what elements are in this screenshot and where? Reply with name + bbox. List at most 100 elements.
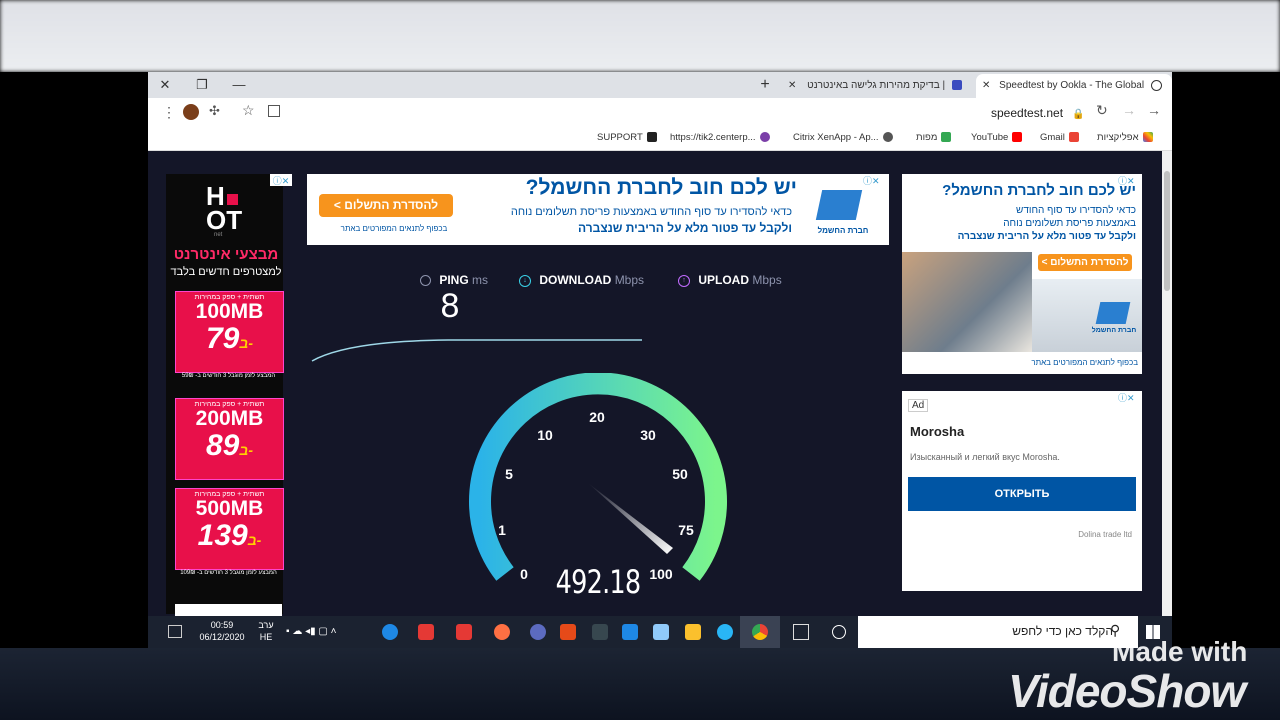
ad-cta-button[interactable]: להסדרת התשלום > [1038,254,1132,271]
profile-avatar[interactable] [183,104,199,120]
url-text[interactable]: speedtest.net [991,106,1063,120]
menu-kebab-icon[interactable]: ⋮ [162,104,176,121]
ping-icon [420,275,431,287]
gauge-needle [588,483,673,554]
ad-choices-icon[interactable]: ⓘ✕ [1118,391,1142,403]
ad-choices-icon[interactable]: ⓘ✕ [863,174,887,186]
watermark-line2: VideoShow [1008,665,1246,717]
globe-icon [882,132,893,143]
hot-ad-banner[interactable]: ⓘ✕ H OT net מבצעי אינטרנט למצטרפים חדשים … [166,174,292,616]
restore-window-icon[interactable]: ❐ [193,76,211,94]
offer-speed: 200MB [195,407,264,430]
bookmark-label: https://tik2.centerp... [670,132,756,143]
clock-time: 00:59 [210,620,234,630]
dial-label-100: 100 [649,566,673,582]
office-icon[interactable] [560,624,576,640]
upload-header: ↑ UPLOAD Mbps [678,273,782,287]
iec-logo-icon [1095,302,1131,324]
offer-card: תשתית + ספק במהירות 100MB 79ב- [175,291,284,373]
bookmark-star-icon[interactable]: ☆ [242,102,255,119]
offer-note: המבצע לזמן מוגבל 3 חודשים ב- 109₪ [180,570,277,576]
notification-icon[interactable] [168,625,182,638]
bookmark-support[interactable]: SUPPORT [597,130,657,146]
support-favicon-icon [646,132,657,143]
share-icon[interactable] [268,105,280,117]
offer-speed: 100MB [195,300,264,323]
morosha-ad[interactable]: ⓘ✕ Ad Morosha Изысканный и легкий вкус M… [902,391,1142,591]
offer-card: תשתית + ספק במהירות 500MB 139ב- [175,488,284,570]
bookmark-citrix[interactable]: Citrix XenApp - Ap... [793,130,893,146]
search-placeholder: הקלד כאן כדי לחפש [1012,624,1113,638]
bookmark-youtube[interactable]: YouTube [971,130,1023,146]
tab-close-icon[interactable]: ✕ [982,80,990,91]
bookmark-label: אפליקציות [1097,132,1139,143]
extensions-puzzle-icon[interactable]: ✣ [209,103,220,119]
back-arrow-icon[interactable]: → [1147,102,1161,118]
bookmark-apps[interactable]: אפליקציות [1097,130,1153,146]
firefox-icon[interactable] [494,624,510,640]
tab-close-icon[interactable]: ✕ [788,80,796,91]
speedtest-page: ⓘ✕ H OT net מבצעי אינטרנט למצטרפים חדשים … [148,151,1162,648]
address-bar[interactable]: speedtest.net 🔒 [991,106,1085,120]
bookmark-tik2[interactable]: https://tik2.centerp... [670,130,770,146]
cortana-icon[interactable] [832,625,846,639]
page-scrollbar[interactable] [1162,151,1172,648]
edge-icon[interactable] [717,624,733,640]
day-period: ערב [258,620,274,630]
ad-cta-button[interactable]: להסדרת התשלום > [319,194,453,217]
tab-speedtest-active[interactable]: ✕ Speedtest by Ookla - The Global [976,74,1172,98]
ping-header: PING ms [420,273,488,287]
forward-arrow-icon[interactable]: → [1122,102,1136,118]
tab-hebrew-speedtest[interactable]: ✕ בדיקת מהירות גלישה באינטרנט | [788,74,968,98]
scrollbar-thumb[interactable] [1164,171,1170,291]
tab-title: בדיקת מהירות גלישה באינטרנט | [807,80,946,91]
electric-company-side-ad[interactable]: ⓘ✕ יש לכם חוב לחברת החשמל? כדאי להסדירו … [902,174,1142,374]
anydesk-icon[interactable] [418,624,434,640]
help-icon[interactable] [382,624,398,640]
clock[interactable]: 00:59 06/12/2020 [196,619,248,643]
offer-price: 139 [197,519,248,552]
offer-price: 89 [205,429,240,462]
offer-price: 79 [205,322,240,355]
bookmark-gmail[interactable]: Gmail [1040,130,1079,146]
bookmark-label: SUPPORT [597,132,643,143]
offer-card: תשתית + ספק במהירות 200MB 89ב- [175,398,284,480]
ad-line2: ולקבל עד פטור מלא על הריבית שנצברה [577,221,792,235]
apps-grid-icon [1142,132,1153,143]
offer-footer-strip [175,604,282,616]
price-prefix: ב- [239,335,253,351]
chrome-taskbar-button[interactable] [740,616,780,648]
new-tab-icon[interactable]: + [756,76,774,94]
ad-title[interactable]: Morosha [910,424,964,439]
lang-code: HE [259,632,273,642]
language-indicator[interactable]: ערב HE [252,619,280,643]
task-view-icon[interactable] [793,624,809,640]
taskbar-search[interactable]: הקלד כאן כדי לחפש ⚲ [858,616,1138,648]
gmail-icon [1068,132,1079,143]
dial-label-5: 5 [505,466,513,482]
file-explorer-icon[interactable] [685,624,701,640]
anydesk2-icon[interactable] [456,624,472,640]
tab-favicon-icon [951,80,962,91]
ad-choices-icon[interactable]: ⓘ✕ [270,174,292,186]
minimize-window-icon[interactable]: — [230,76,248,94]
iec-logo-text: חברת החשמל [1091,327,1137,334]
dropbox-icon[interactable] [622,624,638,640]
app-icon[interactable] [530,624,546,640]
tray-icons[interactable]: ▪ ☁ ◂▮ ▢ ˄ [286,626,336,637]
bookmark-maps[interactable]: מפות [916,130,952,146]
ad-line1: כדאי להסדירו עד סוף החודש [1016,205,1136,216]
close-window-icon[interactable]: ✕ [156,76,174,94]
ad-headline: יש לכם חוב לחברת החשמל? [525,176,797,199]
ad-open-button[interactable]: ОТКРЫТЬ [908,477,1136,511]
hot-subline: למצטרפים חדשים בלבד [170,266,282,278]
upload-label: UPLOAD [698,273,750,287]
speedtest-favicon-icon [1150,79,1162,91]
store-icon[interactable] [653,624,669,640]
ping-label: PING [439,273,469,287]
black-border-right [1172,72,1280,648]
bookmark-label: Citrix XenApp - Ap... [793,132,879,143]
reload-icon[interactable]: ↻ [1096,102,1108,119]
winamp-icon[interactable] [592,624,608,640]
electric-company-top-ad[interactable]: ⓘ✕ יש לכם חוב לחברת החשמל? כדאי להסדירו … [307,174,889,245]
